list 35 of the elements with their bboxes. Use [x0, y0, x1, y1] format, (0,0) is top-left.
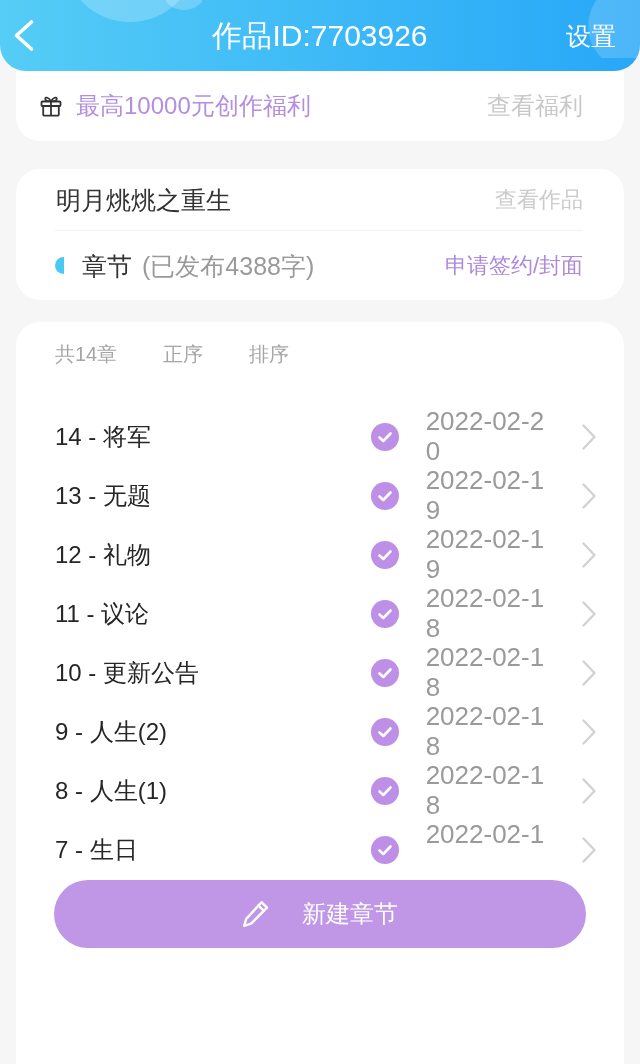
chapter-title[interactable]: 10 - 更新公告 — [55, 657, 371, 688]
chevron-left-icon — [14, 20, 34, 51]
chapter-title[interactable]: 12 - 礼物 — [55, 539, 371, 570]
chapter-date: 2022-02-18 — [425, 761, 546, 820]
work-title: 明月烑烑之重生 — [56, 184, 231, 215]
chevron-right-icon[interactable] — [582, 423, 596, 450]
chapter-date: 2022-02-19 — [425, 466, 546, 525]
chapter-title[interactable]: 13 - 无题 — [55, 480, 371, 511]
chevron-right-icon[interactable] — [582, 541, 596, 568]
gift-icon — [40, 95, 62, 117]
chevron-right-icon[interactable] — [582, 777, 596, 804]
chapter-date: 2022-02-18 — [425, 643, 546, 702]
pencil-icon — [242, 900, 269, 928]
section-marker-icon — [55, 257, 64, 274]
chapter-title[interactable]: 8 - 人生(1) — [55, 775, 371, 806]
chapter-date: 2022-02-18 — [425, 584, 546, 643]
chapter-date: 2022-02-18 — [425, 702, 546, 761]
chapter-title[interactable]: 14 - 将军 — [55, 421, 371, 452]
chevron-right-icon[interactable] — [582, 600, 596, 627]
chevron-right-icon[interactable] — [582, 659, 596, 686]
chapter-title[interactable]: 11 - 议论 — [55, 598, 371, 629]
chapter-date: 2022-02-1 — [425, 820, 546, 850]
chevron-right-icon[interactable] — [582, 482, 596, 509]
chapter-count: 共14章 — [55, 342, 118, 366]
chevron-right-icon[interactable] — [582, 718, 596, 745]
section-label: 章节 — [82, 250, 132, 281]
chapter-title[interactable]: 7 - 生日 — [55, 834, 371, 865]
page-title: 作品ID:7703926 — [212, 17, 428, 54]
chapter-title[interactable]: 9 - 人生(2) — [55, 716, 371, 747]
benefit-text: 最高10000元创作福利 — [76, 91, 312, 121]
word-count-note: (已发布4388字) — [142, 250, 316, 281]
chevron-right-icon[interactable] — [582, 836, 596, 863]
chapter-date: 2022-02-20 — [425, 407, 546, 466]
back-button[interactable] — [14, 20, 34, 51]
chapter-date: 2022-02-19 — [425, 525, 546, 584]
